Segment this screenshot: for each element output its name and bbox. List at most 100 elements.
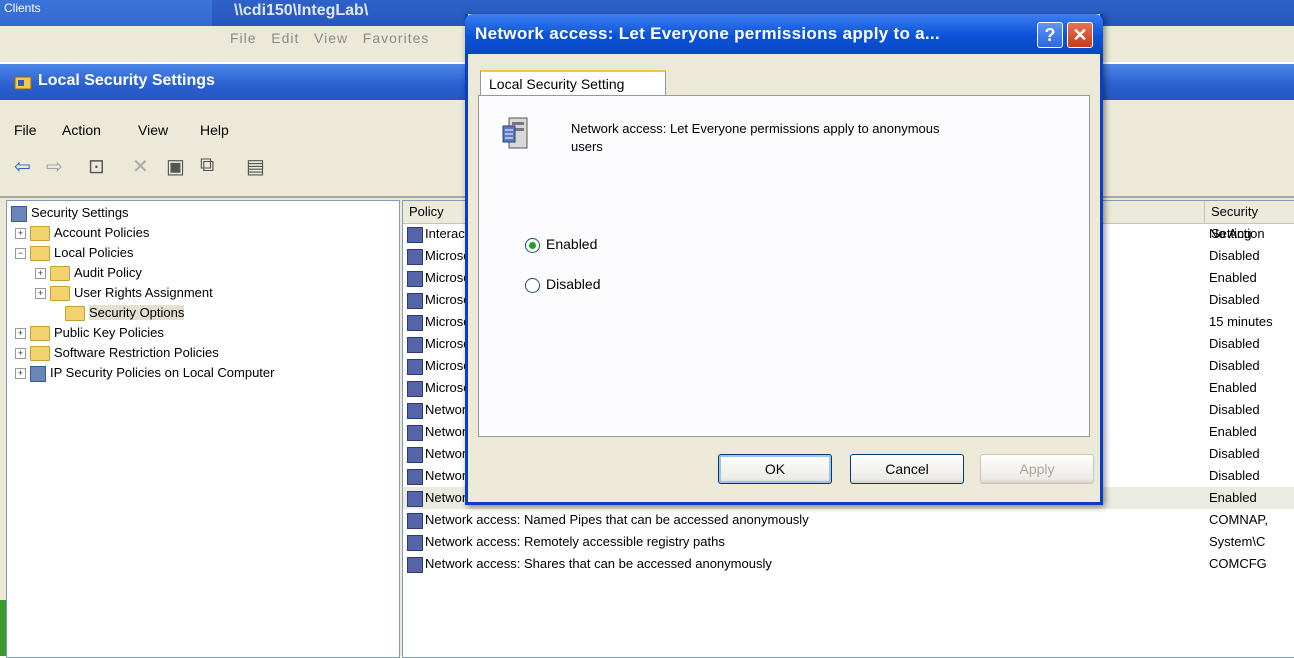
close-icon[interactable]: ✕	[1067, 22, 1093, 48]
policy-description: Network access: Let Everyone permissions…	[571, 121, 940, 154]
security-setting-value: Enabled	[1209, 424, 1257, 439]
ok-button[interactable]: OK	[718, 454, 832, 484]
tree-item-label: Account Policies	[54, 225, 150, 240]
policy-icon	[407, 446, 423, 463]
policy-name: Network access: Remotely accessible regi…	[425, 534, 725, 549]
expand-icon[interactable]: +	[35, 268, 46, 280]
radio-selected-icon[interactable]	[525, 237, 540, 253]
tree-item-public-key-policies[interactable]: + Public Key Policies	[15, 323, 164, 343]
delete-icon[interactable]: ✕	[132, 154, 149, 179]
radio-enabled-label: Enabled	[546, 236, 598, 252]
background-explorer-menu: File Edit View Favorites	[230, 30, 429, 46]
menu-view[interactable]: View	[138, 122, 168, 138]
security-setting-value: Disabled	[1209, 468, 1260, 483]
security-setting-value: Disabled	[1209, 292, 1260, 307]
expand-icon[interactable]: +	[35, 288, 46, 300]
folder-icon	[65, 306, 85, 322]
menu-file[interactable]: File	[14, 122, 37, 138]
expand-icon[interactable]: +	[15, 348, 26, 360]
help-icon[interactable]: ?	[1037, 22, 1063, 48]
security-setting-value: Disabled	[1209, 402, 1260, 417]
policy-icon	[407, 248, 423, 265]
cancel-button[interactable]: Cancel	[850, 454, 964, 484]
table-row[interactable]: Network access: Named Pipes that can be …	[403, 509, 1294, 531]
bg-menu-view: View	[314, 30, 349, 46]
dialog-title: Network access: Let Everyone permissions…	[475, 24, 940, 43]
back-arrow-icon[interactable]: ⇦	[14, 154, 31, 179]
table-row[interactable]: Network access: Remotely accessible regi…	[403, 531, 1294, 553]
expand-icon[interactable]: +	[15, 328, 26, 340]
bg-menu-favorites: Favorites	[362, 30, 430, 46]
security-setting-value: COMNAP,	[1209, 512, 1268, 527]
security-setting-value: Enabled	[1209, 270, 1257, 285]
up-folder-icon[interactable]: ⊡	[88, 154, 105, 179]
folder-icon	[30, 326, 50, 342]
tree-item-audit-policy[interactable]: + Audit Policy	[35, 263, 142, 283]
policy-icon	[407, 226, 423, 243]
security-setting-value: No Action	[1209, 226, 1265, 241]
policy-computer-icon	[502, 117, 528, 149]
table-row[interactable]: Network access: Shares that can be acces…	[403, 553, 1294, 575]
menu-help[interactable]: Help	[200, 122, 229, 138]
tree-item-label: User Rights Assignment	[74, 285, 213, 300]
export-list-icon[interactable]: ▤	[246, 154, 265, 179]
bg-menu-file: File	[230, 30, 257, 46]
policy-icon	[407, 556, 423, 573]
console-tree: Security Settings + Account Policies − Loc…	[6, 200, 400, 658]
tree-item-security-options[interactable]: Security Options	[65, 303, 185, 323]
policy-cell: Network access: Shares that can be acces…	[403, 553, 1203, 575]
tab-local-security-setting[interactable]: Local Security Setting	[480, 70, 666, 96]
tree-item-label: IP Security Policies on Local Computer	[50, 365, 275, 380]
column-header-security-setting[interactable]: Security Setting	[1205, 201, 1294, 241]
policy-cell: Network access: Remotely accessible regi…	[403, 531, 1203, 553]
policy-name: Network access: Named Pipes that can be …	[425, 512, 809, 527]
tree-item-user-rights-assignment[interactable]: + User Rights Assignment	[35, 283, 213, 303]
radio-disabled[interactable]: Disabled	[525, 274, 600, 294]
policy-icon	[407, 358, 423, 375]
forward-arrow-icon[interactable]: ⇨	[46, 154, 63, 179]
tree-item-ip-security-policies[interactable]: + IP Security Policies on Local Computer	[15, 363, 274, 383]
folder-icon	[30, 346, 50, 362]
security-setting-value: Disabled	[1209, 248, 1260, 263]
policy-icon	[407, 424, 423, 441]
policy-icon	[407, 512, 423, 529]
policy-icon	[407, 380, 423, 397]
background-clients-label: Clients	[4, 1, 41, 15]
tree-item-label: Public Key Policies	[54, 325, 164, 340]
tab-panel: Network access: Let Everyone permissions…	[478, 95, 1090, 437]
desktop-edge	[0, 600, 6, 656]
refresh-icon[interactable]: ⧉	[200, 154, 214, 177]
tree-item-label: Audit Policy	[74, 265, 142, 280]
folder-icon	[30, 246, 50, 262]
security-setting-value: Enabled	[1209, 490, 1257, 505]
window-title: Local Security Settings	[38, 72, 215, 89]
expand-icon[interactable]: +	[15, 368, 26, 380]
policy-icon	[407, 402, 423, 419]
tree-item-software-restriction-policies[interactable]: + Software Restriction Policies	[15, 343, 219, 363]
security-setting-value: Disabled	[1209, 358, 1260, 373]
policy-icon	[407, 336, 423, 353]
tree-item-local-policies[interactable]: − Local Policies	[15, 243, 134, 263]
apply-button[interactable]: Apply	[980, 454, 1094, 484]
tree-item-label: Local Policies	[54, 245, 134, 260]
background-explorer-path: \\cdi150\IntegLab\	[234, 2, 369, 19]
tree-root-label: Security Settings	[31, 205, 129, 220]
policy-name: Network access: Shares that can be acces…	[425, 556, 772, 571]
dialog-title-bar[interactable]: Network access: Let Everyone permissions…	[465, 14, 1103, 54]
properties-icon[interactable]: ▣	[166, 154, 185, 179]
menu-action[interactable]: Action	[62, 122, 101, 138]
policy-icon	[407, 468, 423, 485]
policy-properties-dialog: Network access: Let Everyone permissions…	[465, 14, 1103, 505]
tree-root-security-settings[interactable]: Security Settings	[11, 203, 129, 223]
collapse-icon[interactable]: −	[15, 248, 26, 260]
tree-item-account-policies[interactable]: + Account Policies	[15, 223, 149, 243]
policy-icon	[407, 292, 423, 309]
policy-cell: Network access: Named Pipes that can be …	[403, 509, 1203, 531]
radio-enabled[interactable]: Enabled	[525, 234, 597, 254]
tree-item-label: Security Options	[89, 305, 185, 320]
radio-unselected-icon[interactable]	[525, 277, 540, 293]
policy-icon	[407, 270, 423, 287]
security-setting-value: Enabled	[1209, 380, 1257, 395]
security-setting-value: Disabled	[1209, 446, 1260, 461]
expand-icon[interactable]: +	[15, 228, 26, 240]
